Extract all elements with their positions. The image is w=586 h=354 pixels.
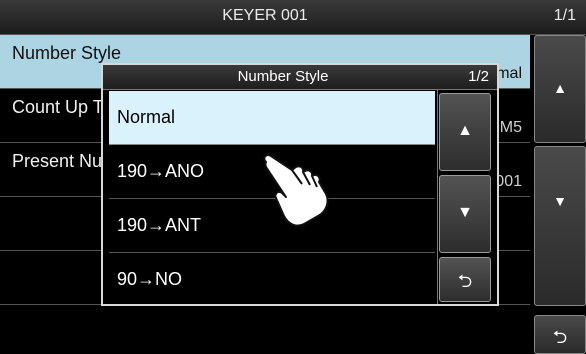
screen: KEYER 001 1/1 Number Style Normal Count …	[0, 0, 586, 354]
dialog-title-bar: Number Style 1/2	[103, 65, 497, 90]
dialog-scroll-down-button[interactable]: ▼	[439, 175, 491, 253]
title-bar: KEYER 001 1/1	[0, 0, 586, 35]
option-label: 90→NO	[117, 269, 183, 289]
option-label: 190→ANT	[117, 215, 202, 235]
option-label: 190→ANO	[117, 161, 205, 181]
dialog-page-indicator: 1/2	[468, 68, 489, 85]
arrow-down-icon: ▼	[553, 193, 567, 209]
list-row-label: Number Style	[12, 43, 122, 63]
arrow-up-icon: ▲	[457, 122, 473, 139]
option-label: Normal	[117, 107, 176, 127]
dialog-scroll-up-button[interactable]: ▲	[439, 93, 491, 171]
dialog-title: Number Style	[237, 68, 329, 85]
list-row-value: 001	[495, 173, 522, 190]
touch-hand-icon	[263, 154, 329, 227]
option-90-no[interactable]: 90→NO	[109, 253, 435, 307]
back-icon: ⮌	[457, 271, 473, 291]
arrow-down-icon: ▼	[457, 204, 473, 221]
scroll-down-button[interactable]: ▼	[534, 146, 586, 306]
page-title: KEYER 001	[222, 7, 308, 24]
scroll-up-button[interactable]: ▲	[534, 35, 586, 143]
page-indicator: 1/1	[553, 7, 576, 24]
divider	[437, 90, 438, 304]
arrow-up-icon: ▲	[553, 80, 567, 96]
list-row-value: M5	[499, 119, 522, 136]
option-normal[interactable]: Normal	[109, 91, 435, 145]
dialog-back-button[interactable]: ⮌	[439, 257, 491, 302]
back-icon: ⮌	[552, 327, 568, 347]
back-button[interactable]: ⮌	[534, 315, 586, 354]
